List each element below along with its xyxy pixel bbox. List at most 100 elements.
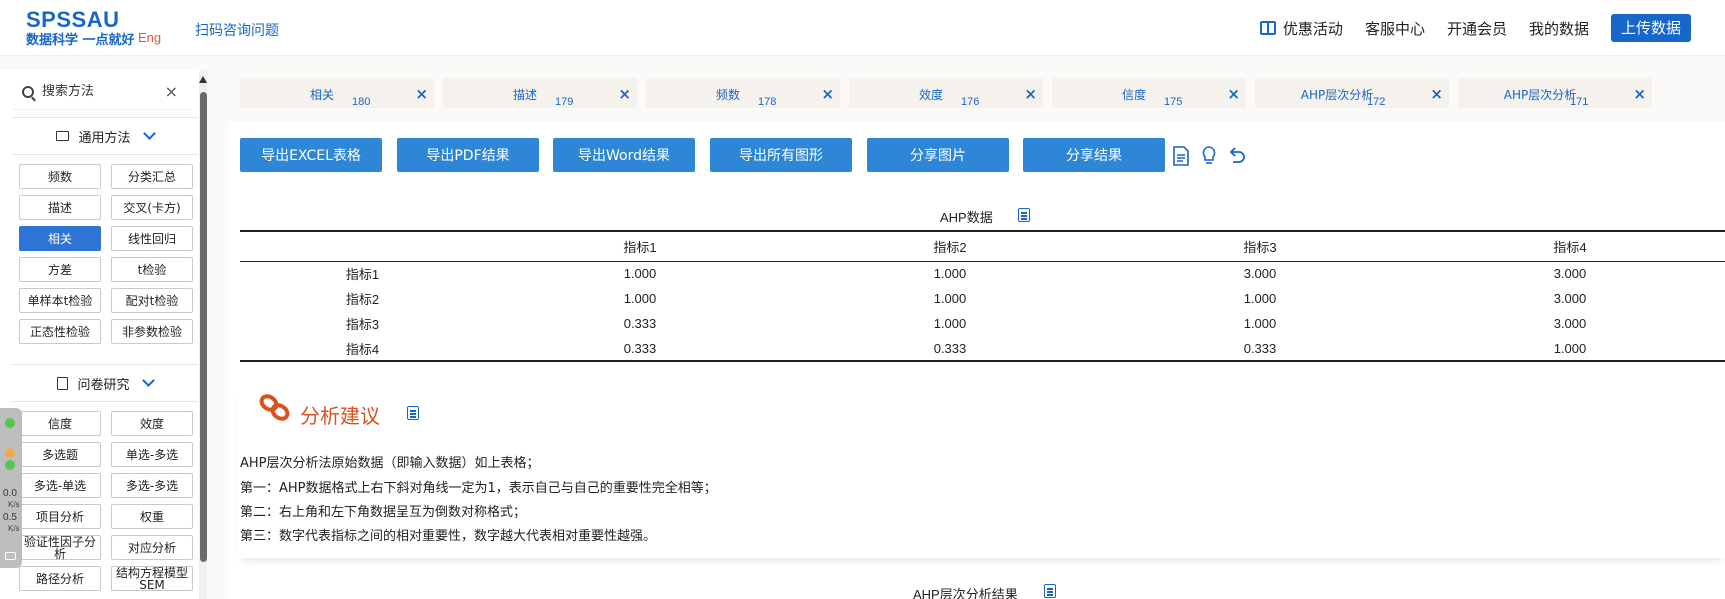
result-tab[interactable]: AHP层次分析 171 ×	[1458, 78, 1652, 108]
lightbulb-icon[interactable]	[1200, 146, 1218, 166]
method-button[interactable]: 频数	[19, 164, 101, 189]
tab-number: 179	[555, 96, 574, 108]
result-tab[interactable]: 信度 175 ×	[1052, 78, 1246, 108]
table-header-cell	[240, 230, 485, 262]
result-tab[interactable]: AHP层次分析 172 ×	[1255, 78, 1449, 108]
method-button[interactable]: 非参数检验	[111, 319, 193, 344]
close-icon[interactable]: ×	[415, 85, 428, 103]
tab-label: 描述	[512, 88, 537, 102]
table-title: AHP数据	[940, 210, 993, 225]
chevron-down-icon	[141, 374, 155, 387]
result-table-title: AHP层次分析结果	[913, 587, 1018, 599]
export-button[interactable]: 导出EXCEL表格	[240, 138, 382, 172]
result-tab[interactable]: 相关 180 ×	[240, 78, 434, 108]
undo-icon[interactable]	[1228, 146, 1246, 166]
scroll-up-arrow[interactable]	[199, 76, 207, 83]
tab-label: 信度	[1121, 88, 1146, 102]
method-button[interactable]: 路径分析	[19, 566, 101, 591]
advice-line: 第二：右上角和左下角数据呈互为倒数对称格式；	[240, 505, 527, 520]
clear-icon[interactable]: ×	[165, 82, 178, 101]
scan-consult-link[interactable]: 扫码咨询问题	[195, 20, 279, 40]
close-icon[interactable]: ×	[821, 85, 834, 103]
tab-label: 相关	[309, 88, 334, 102]
close-icon[interactable]: ×	[618, 85, 631, 103]
table-cell: 1.000	[933, 291, 967, 306]
nav-membership[interactable]: 开通会员	[1447, 14, 1507, 42]
table-cell: 1.000	[1415, 336, 1725, 362]
logo-text: SPSSAU	[26, 7, 120, 32]
upload-data-button[interactable]: 上传数据	[1610, 14, 1691, 42]
english-link[interactable]: Eng	[138, 30, 161, 45]
method-button[interactable]: 交叉(卡方)	[111, 195, 193, 220]
export-button[interactable]: 分享结果	[1023, 138, 1165, 172]
method-button[interactable]: t检验	[111, 257, 193, 282]
method-button[interactable]: 描述	[19, 195, 101, 220]
result-tab[interactable]: 描述 179 ×	[443, 78, 637, 108]
scrollbar-thumb[interactable]	[200, 92, 207, 562]
table-cell: 3.000	[1553, 266, 1587, 282]
method-button[interactable]: 配对t检验	[111, 288, 193, 313]
tab-label: AHP层次分析	[1300, 88, 1374, 102]
tab-label: 频数	[715, 88, 740, 102]
copy-icon[interactable]	[1044, 584, 1056, 598]
method-button[interactable]: 相关	[19, 226, 101, 251]
search-icon	[22, 85, 34, 98]
nav-my-data[interactable]: 我的数据	[1529, 14, 1589, 42]
network-speed-widget[interactable]: 0.0 K/s 0.5 K/s	[0, 408, 22, 568]
row-header-cell: 指标2	[345, 292, 380, 307]
table-cell: 3.000	[1553, 291, 1587, 306]
method-button[interactable]: 方差	[19, 257, 101, 282]
export-button[interactable]: 导出Word结果	[553, 138, 695, 172]
copy-icon[interactable]	[407, 406, 419, 420]
export-button[interactable]: 分享图片	[867, 138, 1009, 172]
method-button[interactable]: 权重	[111, 504, 193, 529]
section-general-methods[interactable]: 通用方法	[12, 117, 198, 155]
method-button[interactable]: 效度	[111, 411, 193, 436]
method-button[interactable]: 信度	[19, 411, 101, 436]
table-cell: 0.333	[1105, 336, 1415, 362]
method-button[interactable]: 验证性因子分析	[19, 535, 101, 560]
section-title: 通用方法	[78, 130, 131, 146]
close-icon[interactable]: ×	[1227, 85, 1240, 103]
search-input[interactable]	[42, 84, 162, 99]
method-button[interactable]: 单样本t检验	[19, 288, 101, 313]
status-orange-icon	[5, 448, 15, 458]
method-button[interactable]: 多选-多选	[111, 473, 193, 498]
close-icon[interactable]: ×	[1024, 85, 1037, 103]
method-button[interactable]: 分类汇总	[111, 164, 193, 189]
chevron-down-icon	[142, 127, 156, 140]
table-row: 指标3 0.333 1.000 1.000 3.000	[240, 311, 1725, 336]
close-icon[interactable]: ×	[1430, 85, 1443, 103]
method-button[interactable]: 多选-单选	[19, 473, 101, 498]
export-button[interactable]: 导出PDF结果	[397, 138, 539, 172]
table-cell: 1.000	[933, 316, 967, 331]
method-button[interactable]: 对应分析	[111, 535, 193, 560]
tab-number: 176	[961, 96, 980, 108]
top-header: SPSSAU 数据科学 一点就好 Eng 扫码咨询问题 优惠活动 客服中心 开通…	[0, 0, 1725, 56]
method-button[interactable]: 多选题	[19, 442, 101, 467]
advice-line: 第一：AHP数据格式上右下斜对角线一定为1，表示自己与自己的重要性完全相等；	[240, 481, 717, 496]
section-questionnaire[interactable]: 问卷研究	[12, 364, 198, 402]
method-button[interactable]: 结构方程模型SEM	[111, 566, 193, 591]
copy-icon[interactable]	[1018, 208, 1030, 222]
tab-number: 171	[1570, 96, 1589, 108]
method-button[interactable]: 单选-多选	[111, 442, 193, 467]
advice-line: AHP层次分析法原始数据（即输入数据）如上表格；	[240, 456, 540, 471]
result-tab[interactable]: 效度 176 ×	[849, 78, 1043, 108]
nav-promotions[interactable]: 优惠活动	[1259, 14, 1343, 42]
table-cell: 1.000	[623, 266, 657, 282]
method-button[interactable]: 线性回归	[111, 226, 193, 251]
report-icon[interactable]	[1172, 146, 1190, 166]
close-icon[interactable]: ×	[1633, 85, 1646, 103]
result-tab[interactable]: 频数 178 ×	[646, 78, 840, 108]
tab-number: 180	[352, 96, 371, 108]
table-header-cell: 指标2	[795, 230, 1105, 262]
gift-icon	[1259, 21, 1276, 35]
table-cell: 1.000	[1243, 291, 1277, 306]
tab-number: 175	[1164, 96, 1183, 108]
method-button[interactable]: 正态性检验	[19, 319, 101, 344]
nav-customer-service[interactable]: 客服中心	[1365, 14, 1425, 42]
method-button[interactable]: 项目分析	[19, 504, 101, 529]
export-button[interactable]: 导出所有图形	[710, 138, 852, 172]
logo[interactable]: SPSSAU 数据科学 一点就好	[26, 8, 135, 49]
